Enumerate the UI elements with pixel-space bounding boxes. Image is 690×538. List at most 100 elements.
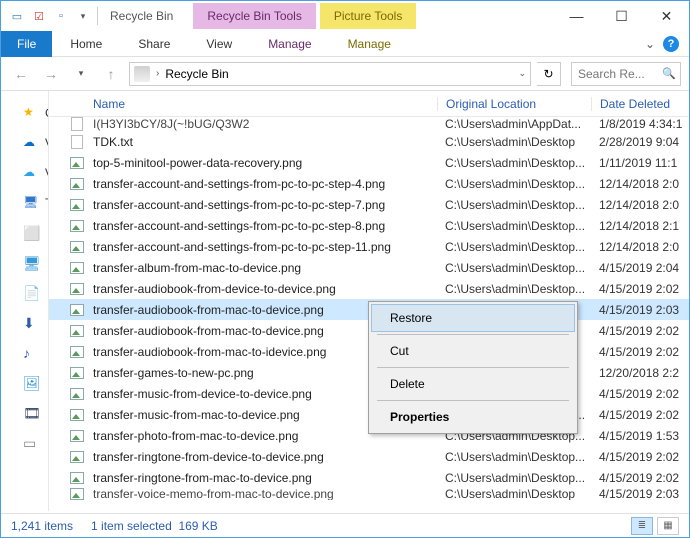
file-date: 4/15/2019 2:02 [591,345,689,359]
file-row[interactable]: transfer-ringtone-from-mac-to-device.png… [49,467,689,488]
history-dropdown-icon[interactable]: ▾ [69,62,93,86]
qat-dropdown-icon[interactable]: ▾ [75,8,91,24]
image-file-icon [69,344,85,360]
file-row[interactable]: transfer-voice-memo-from-mac-to-device.p… [49,488,689,500]
separator [97,7,98,25]
recycle-bin-tools-tab-header[interactable]: Recycle Bin Tools [193,3,316,29]
image-file-icon [69,365,85,381]
sidebar-onedrive-2[interactable]: ☁V [23,165,49,181]
file-date: 4/15/2019 1:53 [591,429,689,443]
star-icon: ★ [23,105,39,121]
minimize-button[interactable]: — [554,1,599,31]
file-name: transfer-account-and-settings-from-pc-to… [93,198,437,212]
file-row[interactable]: transfer-album-from-mac-to-device.pngC:\… [49,257,689,278]
sidebar-desktop[interactable]: 🖥 [23,255,39,271]
file-row[interactable]: transfer-account-and-settings-from-pc-to… [49,215,689,236]
file-location: C:\Users\admin\Desktop [437,135,591,149]
up-button[interactable]: ↑ [99,62,123,86]
expand-ribbon-icon[interactable]: ⌄ [645,37,655,51]
search-input[interactable]: Search Re... [571,62,681,86]
back-button[interactable]: ← [9,62,33,86]
file-date: 12/14/2018 2:0 [591,198,689,212]
picture-tools-tab-header[interactable]: Picture Tools [320,3,416,29]
file-name: transfer-voice-memo-from-mac-to-device.p… [93,488,437,500]
cloud-icon: ☁ [23,135,39,151]
file-date: 12/20/2018 2:2 [591,366,689,380]
restore-icon[interactable]: ▫ [53,8,69,24]
file-row[interactable]: transfer-account-and-settings-from-pc-to… [49,194,689,215]
image-file-icon [69,197,85,213]
file-location: C:\Users\admin\Desktop... [437,450,591,464]
file-row[interactable]: I(H3YI3bCY/8J(~!bUG/Q3W2C:\Users\admin\A… [49,117,689,131]
sidebar-3d-objects[interactable]: ⬜ [23,225,39,241]
sidebar-drive[interactable]: ▭ [23,435,39,451]
close-button[interactable]: ✕ [644,1,689,31]
file-row[interactable]: transfer-ringtone-from-device-to-device.… [49,446,689,467]
address-dropdown-icon[interactable]: ⌄ [518,68,526,79]
column-original-location[interactable]: Original Location [437,97,591,111]
address-bar[interactable]: › Recycle Bin ⌄ [129,62,531,86]
file-date: 12/14/2018 2:1 [591,219,689,233]
sidebar-this-pc[interactable]: 🖥T [23,195,49,211]
sidebar-downloads[interactable]: ⬇ [23,315,39,331]
sidebar-quick-access[interactable]: ★C [23,105,49,121]
file-location: C:\Users\admin\Desktop... [437,219,591,233]
context-restore[interactable]: Restore [371,304,575,332]
file-location: C:\Users\admin\Desktop... [437,156,591,170]
sidebar-music[interactable]: ♪ [23,345,39,361]
help-icon[interactable]: ? [663,36,679,52]
sidebar-documents[interactable]: 📄 [23,285,39,301]
file-row[interactable]: transfer-audiobook-from-device-to-device… [49,278,689,299]
file-location: C:\Users\admin\Desktop... [437,471,591,485]
file-row[interactable]: TDK.txtC:\Users\admin\Desktop2/28/2019 9… [49,131,689,152]
home-tab[interactable]: Home [52,32,120,56]
file-date: 4/15/2019 2:03 [591,488,689,500]
file-date: 1/8/2019 4:34:1 [591,117,689,131]
manage-picture-tab[interactable]: Manage [330,32,409,56]
refresh-button[interactable]: ↻ [537,62,561,86]
properties-icon[interactable]: ▭ [9,8,25,24]
address-location: Recycle Bin [165,67,228,81]
context-menu: Restore Cut Delete Properties [368,301,578,434]
file-row[interactable]: top-5-minitool-power-data-recovery.pngC:… [49,152,689,173]
image-file-icon [69,302,85,318]
forward-button[interactable]: → [39,62,63,86]
sidebar-videos[interactable]: 🎞 [23,405,39,421]
share-tab[interactable]: Share [120,32,188,56]
context-separator [377,400,569,401]
manage-recycle-tab[interactable]: Manage [250,32,329,56]
status-selection: 1 item selected 169 KB [91,519,218,533]
thumbnails-view-button[interactable]: ▦ [657,517,679,535]
view-tab[interactable]: View [188,32,250,56]
contextual-tab-group: Recycle Bin Tools Picture Tools [193,3,416,29]
details-view-button[interactable]: ≣ [631,517,653,535]
column-headers: Name Original Location Date Deleted [49,91,689,117]
sidebar-onedrive[interactable]: ☁V [23,135,49,151]
image-file-icon [69,155,85,171]
file-name: top-5-minitool-power-data-recovery.png [93,156,437,170]
music-icon: ♪ [23,345,39,361]
file-location: C:\Users\admin\Desktop... [437,261,591,275]
navigation-pane[interactable]: ★C ☁V ☁V 🖥T ⬜ 🖥 📄 ⬇ ♪ 🖼 🎞 ▭ [1,91,49,511]
ribbon-tabs: File Home Share View Manage Manage ⌄ ? [1,31,689,57]
file-tab[interactable]: File [1,31,52,57]
delete-check-icon[interactable]: ☑ [31,8,47,24]
chevron-right-icon[interactable]: › [156,68,159,79]
file-row[interactable]: transfer-account-and-settings-from-pc-to… [49,236,689,257]
image-file-icon [69,176,85,192]
context-properties[interactable]: Properties [371,403,575,431]
maximize-button[interactable]: ☐ [599,1,644,31]
sidebar-pictures[interactable]: 🖼 [23,375,39,391]
column-date-deleted[interactable]: Date Deleted [591,97,689,111]
context-cut[interactable]: Cut [371,337,575,365]
image-file-icon [69,281,85,297]
image-file-icon [69,488,85,500]
image-file-icon [69,260,85,276]
text-file-icon [69,134,85,150]
context-delete[interactable]: Delete [371,370,575,398]
pictures-icon: 🖼 [23,375,39,391]
file-date: 4/15/2019 2:02 [591,282,689,296]
column-name[interactable]: Name [93,97,437,111]
file-row[interactable]: transfer-account-and-settings-from-pc-to… [49,173,689,194]
image-file-icon [69,218,85,234]
